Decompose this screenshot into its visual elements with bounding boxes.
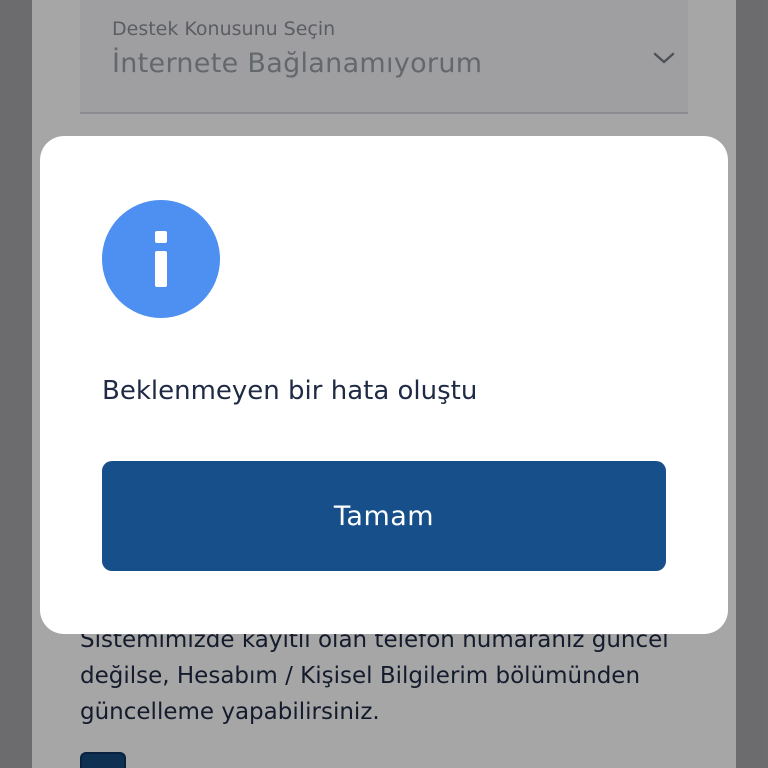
error-message: Beklenmeyen bir hata oluştu (102, 376, 478, 406)
info-icon (102, 200, 220, 318)
ok-button[interactable]: Tamam (102, 461, 666, 571)
error-dialog: Beklenmeyen bir hata oluştu Tamam (40, 136, 728, 634)
